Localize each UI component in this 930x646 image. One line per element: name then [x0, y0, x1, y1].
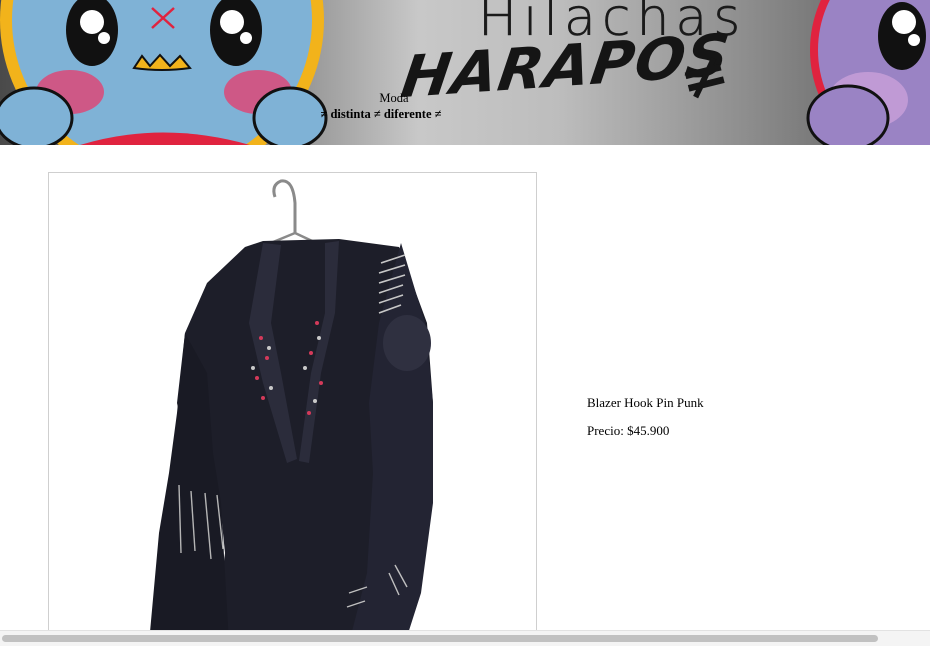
right-mascot — [806, 0, 930, 145]
product-name[interactable]: Blazer Hook Pin Punk — [587, 395, 704, 411]
horizontal-scrollbar[interactable] — [0, 630, 930, 646]
tagline: Moda ≠ distinta ≠ diferente ≠ — [318, 90, 444, 122]
blazer-photo-icon — [149, 179, 433, 643]
product-price: Precio: $45.900 — [587, 423, 670, 438]
tagline-line-1: Moda — [379, 91, 409, 105]
product-image[interactable] — [48, 172, 537, 644]
scrollbar-thumb[interactable] — [2, 635, 878, 642]
tagline-line-2: ≠ distinta ≠ diferente ≠ — [320, 107, 442, 121]
left-mascot — [0, 0, 328, 145]
header-banner: Hilachas HARAPOS ≠ Moda ≠ distinta ≠ dif… — [0, 0, 930, 145]
